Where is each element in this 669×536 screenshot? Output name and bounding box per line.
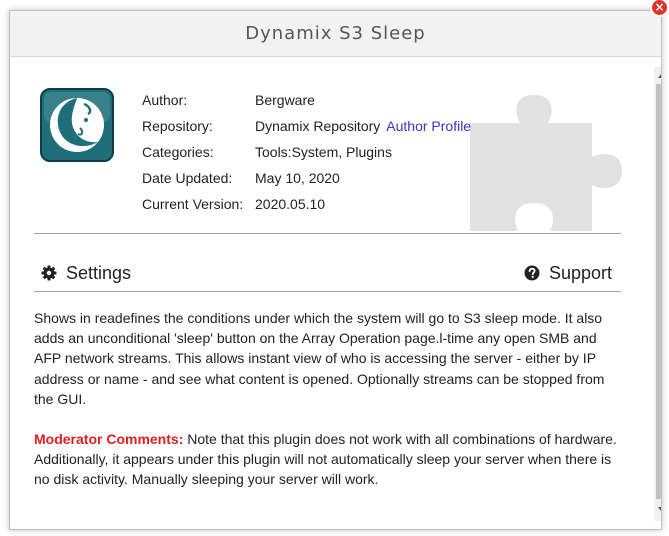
info-key: Author: — [142, 92, 188, 108]
divider — [34, 291, 621, 292]
info-row-repository: Repository: Dynamix Repository Author Prof… — [142, 117, 471, 143]
settings-button[interactable]: Settings — [41, 262, 131, 284]
plugin-info-table: Author: Bergware Repository: Dynamix Repos… — [142, 91, 471, 221]
support-button[interactable]: Support — [524, 262, 612, 284]
gear-icon — [41, 265, 57, 281]
dynamix-moon-icon — [40, 88, 114, 162]
moderator-comment: Moderator Comments: Note that this plugi… — [34, 429, 626, 490]
support-label: Support — [549, 263, 613, 283]
scrollbar-thumb[interactable] — [656, 84, 661, 499]
description-text: Shows in readefines the conditions under… — [34, 310, 605, 407]
close-button[interactable]: × — [650, 0, 669, 17]
info-value: 2020.05.10 — [255, 196, 326, 212]
scroll-up-arrow-icon[interactable] — [658, 73, 661, 78]
question-circle-icon — [524, 265, 540, 281]
info-key: Date Updated: — [142, 170, 233, 186]
info-key: Categories: — [142, 144, 214, 160]
info-value: Tools:System, Plugins — [255, 144, 392, 160]
info-key: Repository: — [142, 118, 213, 134]
puzzle-piece-icon — [470, 95, 622, 231]
scrollbar[interactable] — [654, 67, 661, 521]
info-key: Current Version: — [142, 196, 244, 212]
info-value: May 10, 2020 — [255, 170, 340, 186]
plugin-info-dialog: Dynamix S3 Sleep Author: Bergware Reposit… — [9, 10, 662, 530]
settings-label: Settings — [66, 263, 132, 283]
divider — [34, 233, 621, 234]
info-row-categories: Categories: Tools:System, Plugins — [142, 143, 471, 169]
info-row-current-version: Current Version: 2020.05.10 — [142, 195, 471, 221]
info-row-author: Author: Bergware — [142, 91, 471, 117]
info-value: Bergware — [255, 92, 315, 108]
author-profile-link[interactable]: Author Profile — [386, 118, 471, 134]
dialog-title-bar: Dynamix S3 Sleep — [10, 11, 661, 57]
info-row-date-updated: Date Updated: May 10, 2020 — [142, 169, 471, 195]
dialog-title: Dynamix S3 Sleep — [245, 23, 426, 44]
plugin-description: Shows in readefines the conditions under… — [34, 308, 626, 490]
scroll-down-arrow-icon[interactable] — [658, 507, 661, 512]
info-value: Dynamix Repository — [255, 118, 381, 134]
moderator-label: Moderator Comments: — [34, 431, 184, 448]
